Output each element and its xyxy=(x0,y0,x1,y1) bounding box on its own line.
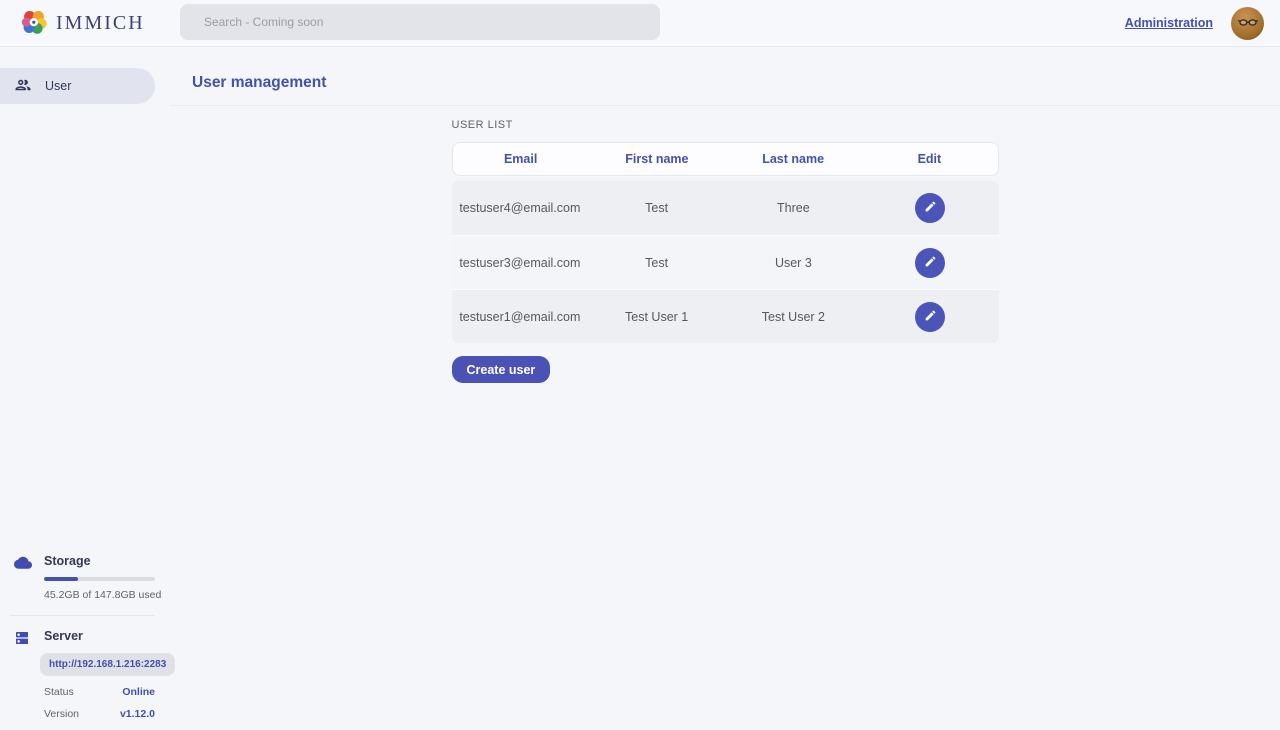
cell-email: testuser4@email.com xyxy=(452,201,589,215)
people-icon xyxy=(14,76,32,97)
immich-flower-logo-icon xyxy=(20,8,48,39)
edit-user-button[interactable] xyxy=(915,248,945,278)
server-title: Server xyxy=(44,629,155,643)
user-table-body: testuser4@email.com Test Three xyxy=(452,181,999,343)
search-input[interactable] xyxy=(180,4,660,40)
server-panel: Server http://192.168.1.216:2283 Status … xyxy=(0,629,170,720)
cell-first-name: Test xyxy=(588,256,725,270)
user-list-label: USER LIST xyxy=(452,119,999,131)
version-value: v1.12.0 xyxy=(120,708,155,720)
server-url-chip: http://192.168.1.216:2283 xyxy=(40,653,175,676)
column-header-email: Email xyxy=(453,152,589,166)
table-row: testuser3@email.com Test User 3 xyxy=(452,235,999,289)
cell-first-name: Test xyxy=(588,201,725,215)
server-icon xyxy=(14,629,44,720)
page-title: User management xyxy=(192,74,326,92)
table-row: testuser1@email.com Test User 1 Test Use… xyxy=(452,289,999,343)
table-row: testuser4@email.com Test Three xyxy=(452,181,999,235)
sidebar-item-users[interactable]: User xyxy=(0,68,155,104)
version-label: Version xyxy=(44,708,79,720)
top-header: IMMICH Administration xyxy=(0,0,1280,47)
column-header-edit: Edit xyxy=(861,152,997,166)
user-avatar[interactable] xyxy=(1231,7,1264,40)
brand-name: IMMICH xyxy=(56,12,145,35)
server-status-row: Status Online xyxy=(44,686,155,698)
administration-link[interactable]: Administration xyxy=(1125,16,1213,30)
cloud-icon xyxy=(14,554,44,601)
server-version-row: Version v1.12.0 xyxy=(44,708,155,720)
admin-sidebar: User Storage 45.2GB of 147.8GB used xyxy=(0,47,170,730)
cell-last-name: User 3 xyxy=(725,256,862,270)
column-header-first-name: First name xyxy=(589,152,725,166)
storage-progress-fill xyxy=(44,577,78,581)
page-title-bar: User management xyxy=(170,47,1280,106)
sidebar-divider xyxy=(10,615,155,616)
create-user-button[interactable]: Create user xyxy=(452,356,551,383)
cell-last-name: Three xyxy=(725,201,862,215)
edit-user-button[interactable] xyxy=(915,193,945,223)
storage-panel: Storage 45.2GB of 147.8GB used xyxy=(0,554,170,601)
glasses-avatar-icon xyxy=(1236,10,1260,37)
column-header-last-name: Last name xyxy=(725,152,861,166)
storage-progress-bar xyxy=(44,577,155,581)
status-value: Online xyxy=(122,686,155,698)
cell-last-name: Test User 2 xyxy=(725,310,862,324)
cell-email: testuser3@email.com xyxy=(452,256,589,270)
sidebar-item-label: User xyxy=(45,79,71,93)
storage-usage-text: 45.2GB of 147.8GB used xyxy=(44,589,155,601)
edit-user-button[interactable] xyxy=(915,302,945,332)
cell-email: testuser1@email.com xyxy=(452,310,589,324)
pencil-icon xyxy=(924,200,937,216)
pencil-icon xyxy=(924,255,937,271)
status-label: Status xyxy=(44,686,74,698)
user-table-header: Email First name Last name Edit xyxy=(452,142,999,176)
storage-title: Storage xyxy=(44,554,155,568)
cell-first-name: Test User 1 xyxy=(588,310,725,324)
pencil-icon xyxy=(924,309,937,325)
main-content: User management USER LIST Email First na… xyxy=(170,47,1280,730)
brand-home-link[interactable]: IMMICH xyxy=(0,8,145,39)
